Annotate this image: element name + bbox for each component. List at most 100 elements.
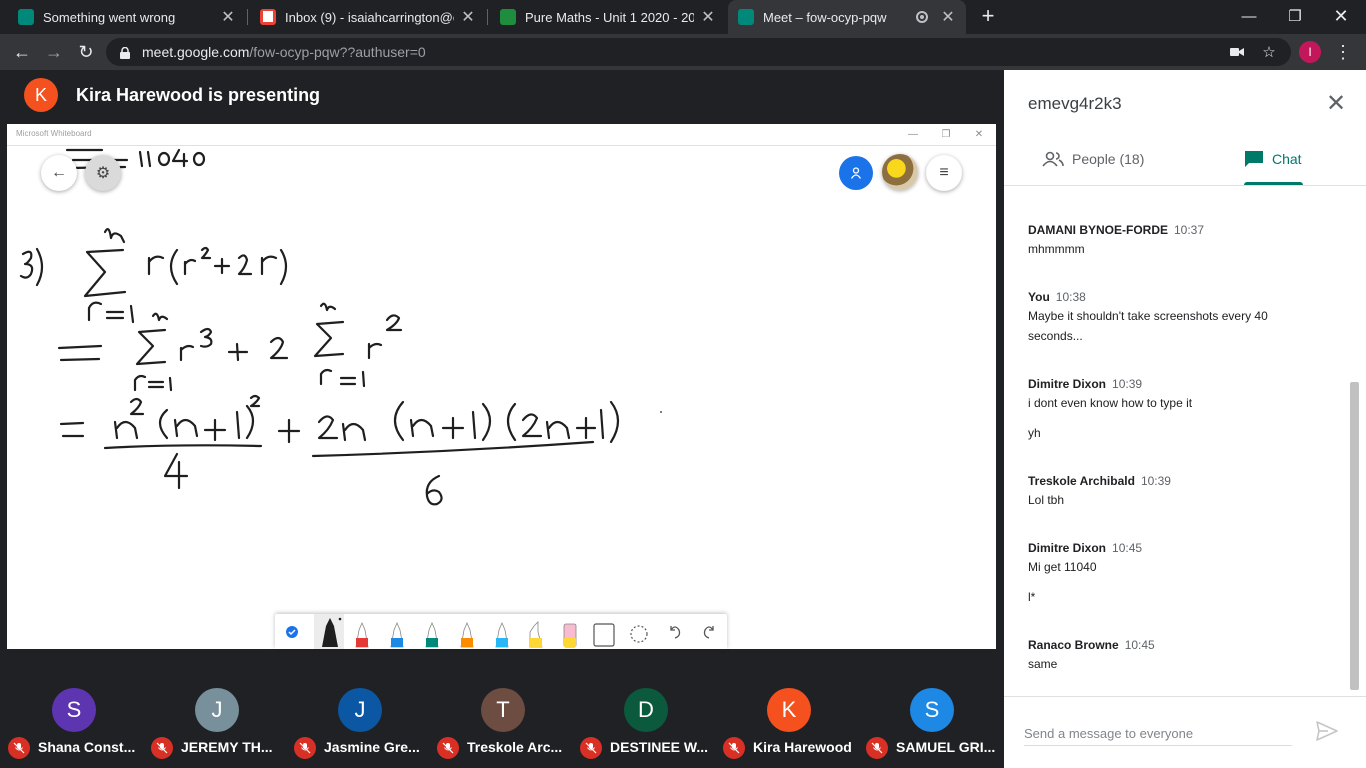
- restore-icon[interactable]: ❐: [1272, 0, 1318, 32]
- participant-name: JEREMY TH...: [181, 739, 273, 755]
- presenter-label: Kira Harewood is presenting: [76, 84, 321, 105]
- close-tab-icon[interactable]: ✕: [460, 7, 476, 27]
- mic-muted-icon: [723, 737, 745, 759]
- participant-avatar: J: [338, 688, 382, 732]
- message-text: Mi get 11040: [1028, 560, 1097, 574]
- close-panel-icon[interactable]: ✕: [1322, 90, 1350, 118]
- people-icon: [1042, 151, 1064, 167]
- browser-tab-active[interactable]: Meet – fow-ocyp-pqw ✕: [728, 0, 966, 34]
- divider: [1004, 696, 1366, 697]
- browser-menu-icon[interactable]: ⋮: [1333, 42, 1353, 62]
- browser-toolbar: ← → ↻ meet.google.com/fow-ocyp-pqw??auth…: [0, 34, 1366, 70]
- participant-name: Jasmine Gre...: [324, 739, 420, 755]
- message-text: mhmmmm: [1028, 242, 1085, 256]
- participant-avatar: J: [195, 688, 239, 732]
- chat-message: You 10:38 Maybe it shouldn't take screens…: [1028, 288, 1318, 346]
- pen-tray-tools: [286, 614, 714, 649]
- mic-muted-icon: [294, 737, 316, 759]
- tab-title: Meet – fow-ocyp-pqw: [763, 9, 887, 25]
- participant-tile[interactable]: S SAMUEL GRI...: [860, 686, 1000, 768]
- participant-tile[interactable]: K Kira Harewood: [717, 686, 857, 768]
- tab-people[interactable]: People (18): [1042, 136, 1144, 182]
- presenter-avatar: K: [24, 78, 58, 112]
- participant-tile[interactable]: T Treskole Arc...: [431, 686, 571, 768]
- participant-name: Treskole Arc...: [467, 739, 563, 755]
- wb-close-icon: ✕: [974, 129, 984, 140]
- message-time: 10:45: [1112, 541, 1143, 555]
- camera-icon[interactable]: [1227, 42, 1247, 62]
- participant-avatar: S: [52, 688, 96, 732]
- mic-muted-icon: [866, 737, 888, 759]
- participant-name: DESTINEE W...: [610, 739, 709, 755]
- close-tab-icon[interactable]: ✕: [220, 7, 236, 27]
- close-tab-icon[interactable]: ✕: [700, 7, 716, 27]
- lock-icon: [120, 46, 130, 59]
- mic-muted-icon: [151, 737, 173, 759]
- participant-avatar: D: [624, 688, 668, 732]
- back-icon[interactable]: ←: [8, 38, 36, 66]
- collaborator-avatar: [882, 154, 918, 190]
- participant-avatar: K: [767, 688, 811, 732]
- message-text: l*: [1028, 590, 1036, 604]
- participant-name: Shana Const...: [38, 739, 136, 755]
- message-time: 10:39: [1140, 474, 1171, 488]
- window-close-icon[interactable]: ✕: [1318, 0, 1364, 32]
- browser-tab[interactable]: Inbox (9) - isaiahcarrington@com ✕: [250, 0, 486, 34]
- message-time: 10:37: [1174, 223, 1205, 237]
- message-sender: Ranaco Browne: [1028, 638, 1119, 652]
- meeting-code: emevg4r2k3: [1028, 94, 1122, 113]
- meet-stage: K Kira Harewood is presenting Microsoft …: [0, 70, 1004, 768]
- participant-tile[interactable]: D DESTINEE W...: [574, 686, 714, 768]
- chat-message: Treskole Archibald 10:39 Lol tbh: [1028, 472, 1318, 510]
- chat-icon: [1245, 151, 1263, 167]
- meet-favicon-icon: [738, 9, 754, 25]
- side-panel: emevg4r2k3 ✕ People (18) Chat DAMANI BYN…: [1004, 70, 1366, 768]
- participant-name: SAMUEL GRI...: [896, 739, 996, 755]
- message-text: Maybe it shouldn't take screenshots ever…: [1028, 309, 1268, 343]
- mic-muted-icon: [580, 737, 602, 759]
- forward-icon[interactable]: →: [40, 38, 68, 66]
- url-path: /fow-ocyp-pqw??authuser=0: [249, 44, 426, 60]
- message-text: i dont even know how to type it: [1028, 396, 1193, 410]
- chat-message-list[interactable]: DAMANI BYNOE-FORDE 10:37 mhmmmm You 10:38 …: [1004, 186, 1366, 696]
- tab-title: Inbox (9) - isaiahcarrington@com: [285, 9, 454, 25]
- browser-tab-bar: Something went wrong ✕ Inbox (9) - isaia…: [0, 0, 1366, 34]
- account-icon: [839, 156, 873, 190]
- message-text: yh: [1028, 426, 1041, 440]
- wb-minimize-icon: —: [908, 129, 918, 140]
- browser-tab[interactable]: Pure Maths - Unit 1 2020 - 2021 ✕: [490, 0, 726, 34]
- chat-message: Dimitre Dixon 10:45 Mi get 11040 l*: [1028, 539, 1318, 607]
- message-text: Lol tbh: [1028, 493, 1065, 507]
- participant-tile[interactable]: J Jasmine Gre...: [288, 686, 428, 768]
- message-time: 10:38: [1055, 290, 1086, 304]
- close-tab-icon[interactable]: ✕: [940, 7, 956, 27]
- bookmark-star-icon[interactable]: ☆: [1259, 42, 1279, 62]
- browser-tab[interactable]: Something went wrong ✕: [8, 0, 246, 34]
- participant-name: Kira Harewood: [753, 739, 852, 755]
- classroom-favicon-icon: [500, 9, 516, 25]
- recording-indicator-icon: [916, 11, 928, 23]
- url-host: meet.google.com: [142, 44, 250, 60]
- tab-chat[interactable]: Chat: [1244, 136, 1302, 182]
- meet-favicon-icon: [18, 9, 34, 25]
- chat-message-input[interactable]: Send a message to everyone: [1024, 720, 1292, 746]
- reload-icon[interactable]: ↻: [72, 38, 100, 66]
- message-sender: Dimitre Dixon: [1028, 541, 1107, 555]
- whiteboard-pen-tray: [275, 614, 727, 649]
- presenter-banner: K Kira Harewood is presenting: [24, 78, 320, 112]
- settings-gear-icon: ⚙: [85, 155, 121, 191]
- participant-avatar: S: [910, 688, 954, 732]
- participant-tile[interactable]: S Shana Const...: [2, 686, 142, 768]
- address-bar[interactable]: meet.google.com/fow-ocyp-pqw??authuser=0: [106, 38, 1291, 66]
- profile-avatar[interactable]: I: [1299, 41, 1321, 63]
- minimize-icon[interactable]: —: [1226, 0, 1272, 32]
- send-icon[interactable]: [1316, 721, 1340, 745]
- message-sender: DAMANI BYNOE-FORDE: [1028, 223, 1168, 237]
- participant-tile[interactable]: J JEREMY TH...: [145, 686, 285, 768]
- chat-message: Dimitre Dixon 10:39 i dont even know how …: [1028, 375, 1318, 443]
- chat-scrollbar-thumb[interactable]: [1350, 382, 1359, 690]
- new-tab-icon[interactable]: +: [976, 4, 1000, 28]
- message-time: 10:39: [1112, 377, 1143, 391]
- whiteboard-app-title: Microsoft Whiteboard: [16, 129, 92, 138]
- message-sender: Dimitre Dixon: [1028, 377, 1107, 391]
